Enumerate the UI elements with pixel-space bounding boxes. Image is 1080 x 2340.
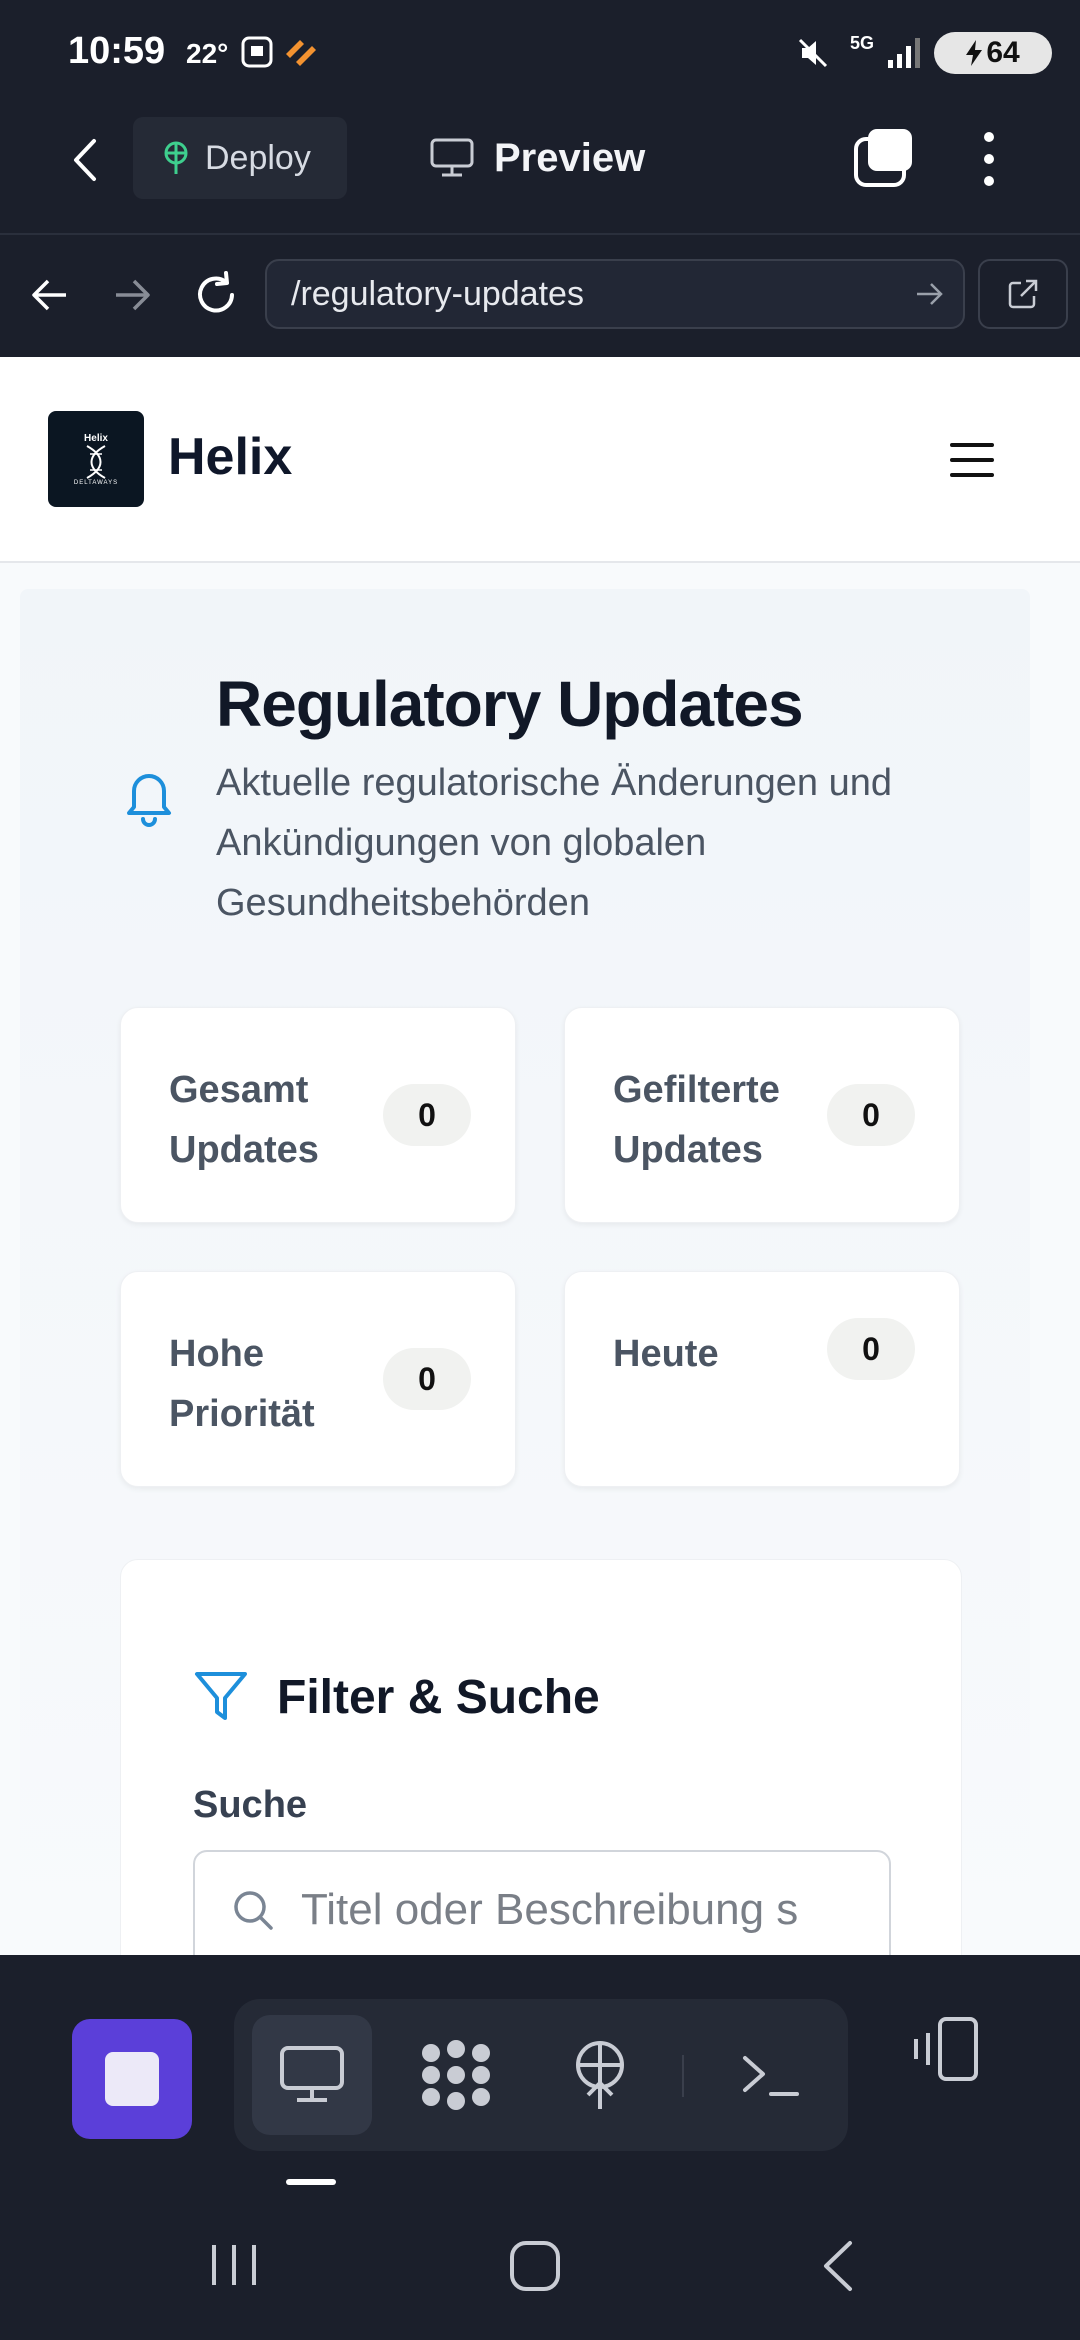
tool-group: [234, 1999, 848, 2151]
dna-icon: [86, 444, 106, 479]
deploy-label: Deploy: [205, 138, 311, 177]
url-text: /regulatory-updates: [291, 274, 584, 313]
deploy-icon: [164, 141, 188, 174]
open-external-button[interactable]: [978, 259, 1068, 329]
app-notification-icon: [286, 40, 316, 66]
preview-label: Preview: [494, 135, 646, 180]
integrations-icon: [422, 2040, 490, 2110]
bell-icon: [127, 774, 171, 827]
deploy-tool-button[interactable]: [540, 2015, 660, 2135]
stat-card-high-priority: Hohe Priorität 0: [120, 1271, 516, 1487]
filter-title: Filter & Suche: [277, 1671, 600, 1724]
monitor-icon: [280, 2046, 344, 2102]
stat-count-badge: 0: [383, 1348, 471, 1410]
logo-subtext: DELTAWAYS: [73, 479, 119, 486]
network-type: 5G: [850, 33, 875, 53]
stop-button[interactable]: [72, 2019, 192, 2139]
browser-forward-icon[interactable]: [112, 277, 152, 313]
filter-card: Filter & Suche Suche: [120, 1559, 962, 1955]
menu-icon[interactable]: [950, 443, 994, 477]
device-toggle-icon[interactable]: [910, 2011, 984, 2087]
stat-count-badge: 0: [827, 1318, 915, 1380]
site-brand[interactable]: Helix: [168, 427, 292, 487]
stop-icon: [105, 2052, 159, 2106]
recent-apps-icon[interactable]: [206, 2241, 262, 2289]
more-options-icon[interactable]: [974, 129, 1004, 189]
mute-icon: [798, 38, 828, 68]
preview-tab[interactable]: Preview: [430, 117, 645, 199]
web-page: Helix DELTAWAYS Helix Regulatory Updates…: [0, 357, 1080, 1955]
system-navigation-bar: [0, 2195, 1080, 2340]
page-subtitle: Aktuelle regulatorische Änderungen und A…: [216, 762, 893, 924]
browser-url-bar: /regulatory-updates: [0, 237, 1080, 357]
home-icon[interactable]: [508, 2239, 562, 2293]
charging-icon: [966, 40, 983, 66]
search-label: Suche: [193, 1784, 308, 1826]
search-icon: [234, 1891, 273, 1930]
windows-icon[interactable]: [852, 127, 916, 189]
tool-separator: [682, 2055, 684, 2097]
stat-label: Heute: [613, 1333, 719, 1375]
browser-back-icon[interactable]: [30, 277, 70, 313]
active-tab-indicator: [286, 2179, 336, 2185]
integrations-tool-button[interactable]: [396, 2015, 516, 2135]
screenshot-icon: [241, 36, 273, 68]
reload-icon[interactable]: [192, 271, 240, 319]
monitor-icon: [430, 138, 474, 177]
back-icon[interactable]: [66, 135, 102, 185]
search-field[interactable]: [193, 1850, 891, 1955]
stat-card-today: Heute 0: [564, 1271, 960, 1487]
bottom-toolbar: [0, 1955, 1080, 2195]
stat-count-badge: 0: [383, 1084, 471, 1146]
deploy-button[interactable]: Deploy: [133, 117, 347, 199]
stat-card-filtered: Gefilterte Updates 0: [564, 1007, 960, 1223]
stat-label: Gefilterte Updates: [613, 1069, 780, 1171]
battery-indicator: 64: [934, 32, 1052, 74]
stat-count-badge: 0: [827, 1084, 915, 1146]
system-back-icon[interactable]: [818, 2239, 858, 2293]
preview-tool-button[interactable]: [252, 2015, 372, 2135]
deploy-icon: [576, 2041, 624, 2109]
search-input[interactable]: [301, 1885, 861, 1935]
status-temperature: 22°: [186, 38, 229, 69]
external-link-icon: [1008, 279, 1038, 309]
signal-icon: [888, 38, 920, 68]
console-tool-button[interactable]: [710, 2015, 830, 2135]
logo-text: Helix: [84, 432, 108, 444]
stat-label: Hohe Priorität: [169, 1333, 315, 1435]
stat-card-total: Gesamt Updates 0: [120, 1007, 516, 1223]
terminal-icon: [743, 2056, 799, 2096]
page-title: Regulatory Updates: [216, 668, 804, 740]
status-bar: 10:59 22° 5G 64: [0, 0, 1080, 105]
url-field[interactable]: /regulatory-updates: [265, 259, 965, 329]
site-header: Helix DELTAWAYS Helix: [0, 357, 1080, 563]
battery-level: 64: [986, 36, 1020, 69]
site-logo[interactable]: Helix DELTAWAYS: [48, 411, 144, 507]
app-toolbar: Deploy Preview: [0, 105, 1080, 235]
stat-label: Gesamt Updates: [169, 1069, 319, 1171]
go-arrow-icon[interactable]: [915, 281, 943, 307]
status-time: 10:59: [68, 30, 166, 72]
filter-icon: [195, 1672, 247, 1720]
